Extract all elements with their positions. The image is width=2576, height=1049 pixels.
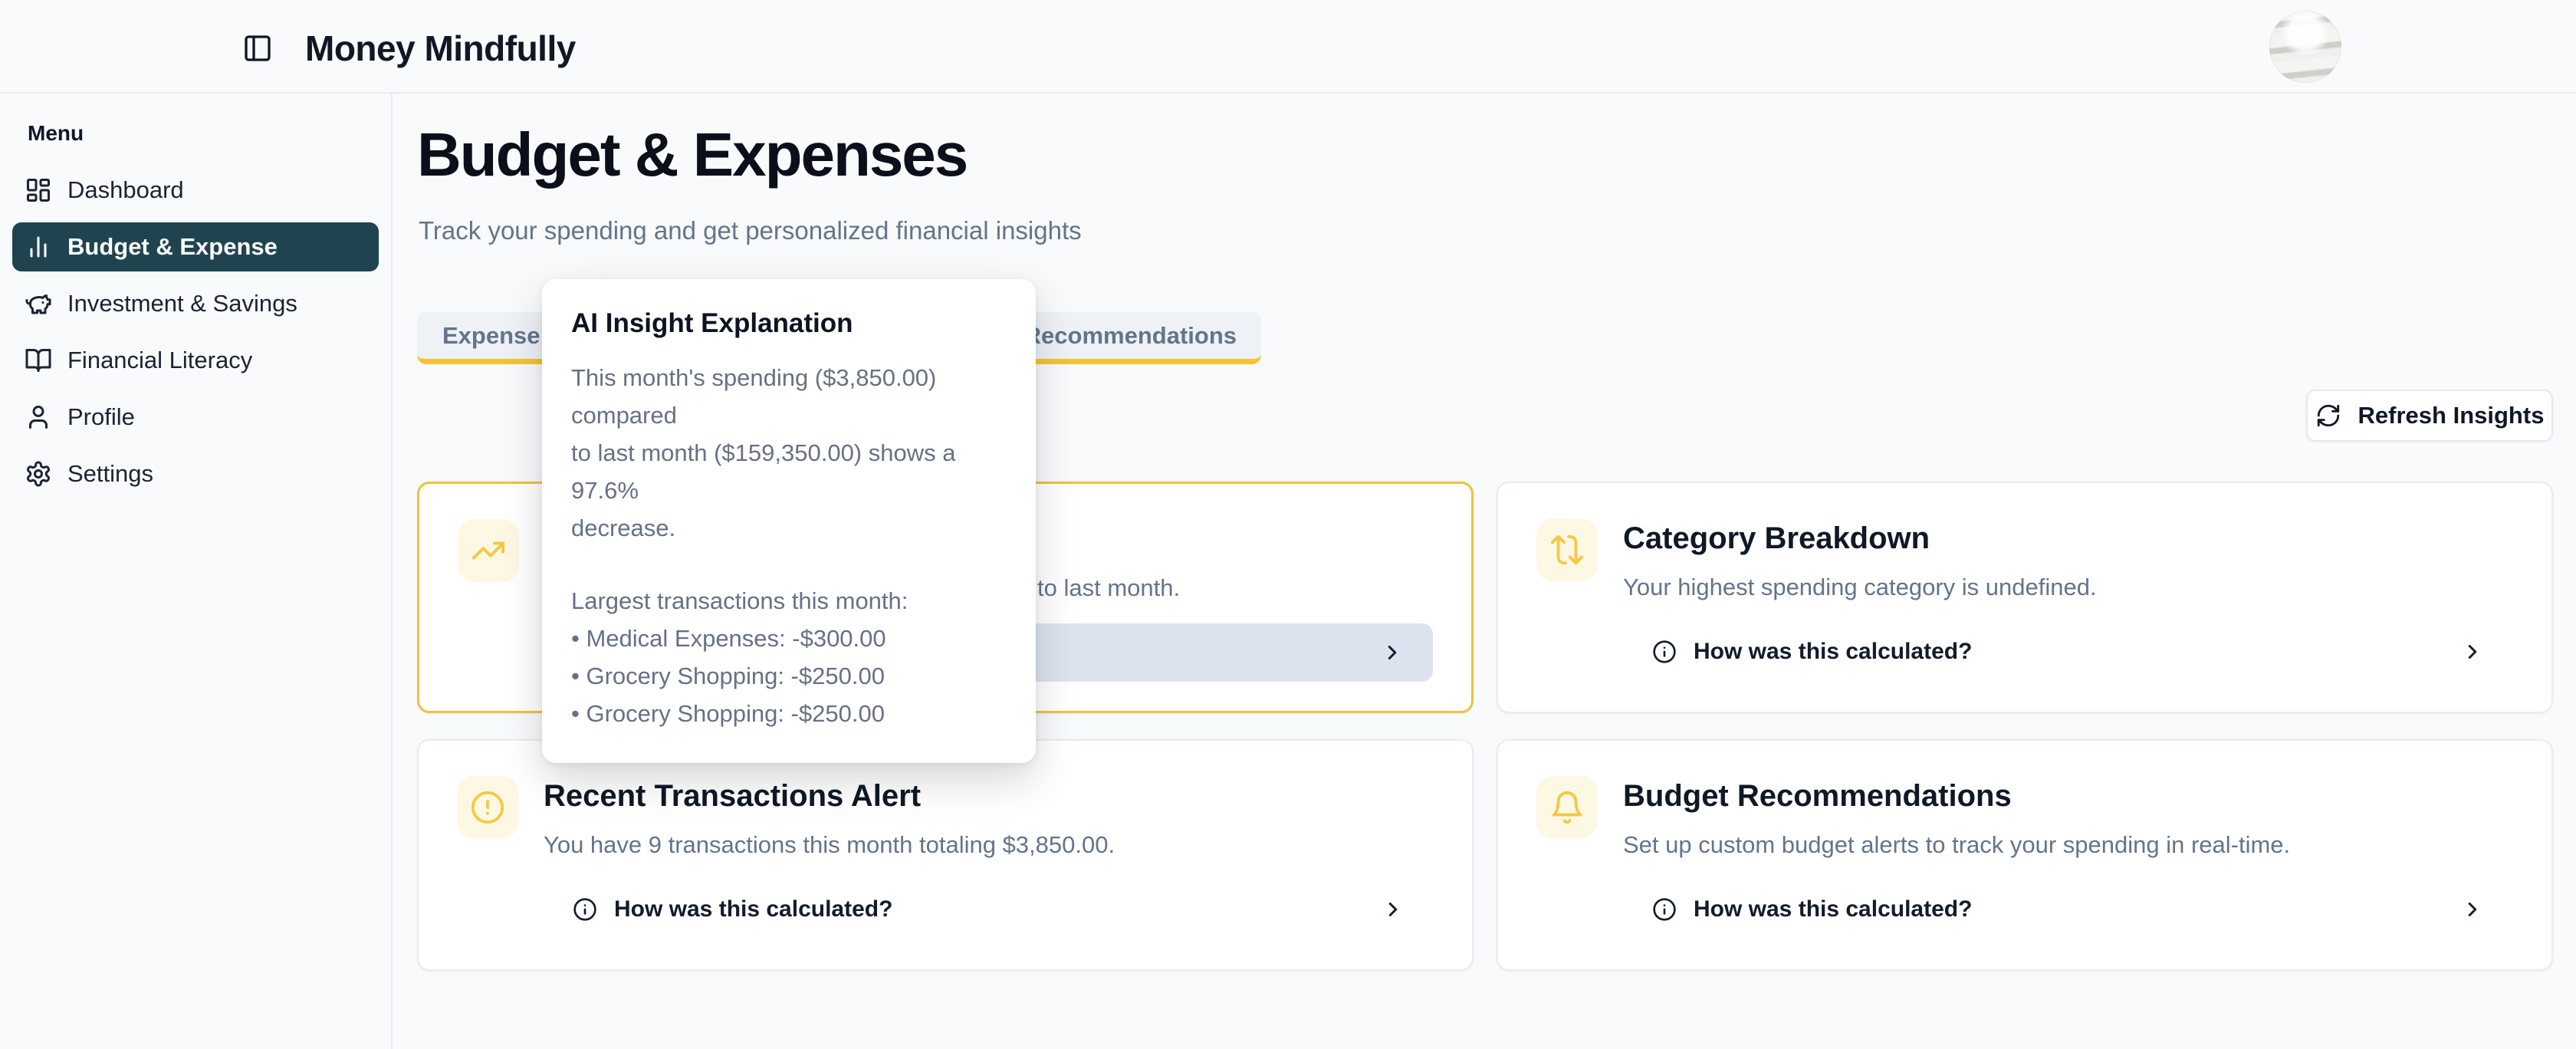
page-title: Budget & Expenses (417, 120, 967, 190)
sidebar-nav: Dashboard Budget & Expense Investment & … (12, 166, 379, 498)
page-subtitle: Track your spending and get personalized… (419, 216, 1082, 245)
repeat-icon (1536, 518, 1598, 581)
sidebar-item-label: Dashboard (67, 176, 184, 204)
sidebar-toggle-button[interactable] (239, 30, 276, 67)
how-calculated-button[interactable]: How was this calculated? (1623, 623, 2513, 681)
card-title: Recent Transactions Alert (544, 779, 921, 814)
dashboard-icon (25, 176, 52, 204)
sidebar: Menu Dashboard Budget & Expense Investme… (0, 94, 393, 1049)
sidebar-item-financial-literacy[interactable]: Financial Literacy (12, 336, 379, 385)
sidebar-item-label: Investment & Savings (67, 290, 297, 317)
sidebar-item-investment-savings[interactable]: Investment & Savings (12, 279, 379, 328)
piggy-bank-icon (25, 290, 52, 317)
sidebar-item-profile[interactable]: Profile (12, 393, 379, 442)
how-calculated-button[interactable]: How was this calculated? (544, 880, 1434, 939)
app-title: Money Mindfully (305, 28, 576, 69)
spacer (571, 547, 1005, 582)
refresh-insights-label: Refresh Insights (2358, 402, 2545, 429)
sidebar-item-label: Financial Literacy (67, 347, 252, 374)
app-header: Money Mindfully (0, 0, 2576, 94)
card-subtitle-visible-fragment: to last month. (1037, 574, 1180, 602)
ai-insight-popover: AI Insight Explanation This month's spen… (542, 279, 1036, 763)
ai-insight-popover-title: AI Insight Explanation (571, 308, 1005, 339)
card-budget-recommendations: Budget Recommendations Set up custom bud… (1497, 739, 2553, 971)
how-calculated-button[interactable]: How was this calculated? (1623, 880, 2513, 939)
sidebar-item-dashboard[interactable]: Dashboard (12, 166, 379, 215)
insight-text-line: decrease. (571, 509, 1005, 547)
insight-text-line: to last month ($159,350.00) shows a 97.6… (571, 434, 1005, 509)
card-subtitle: Set up custom budget alerts to track you… (1623, 831, 2290, 859)
card-title: Budget Recommendations (1623, 779, 2012, 814)
how-calculated-label: How was this calculated? (614, 896, 892, 922)
trending-up-icon (458, 519, 519, 582)
user-icon (25, 403, 52, 431)
transaction-bullet: Medical Expenses: -$300.00 (571, 620, 1005, 657)
bell-icon (1536, 776, 1598, 839)
sidebar-item-label: Profile (67, 403, 135, 431)
info-icon (1652, 897, 1677, 922)
refresh-insights-button[interactable]: Refresh Insights (2306, 390, 2553, 442)
chevron-right-icon (2461, 898, 2484, 921)
sidebar-item-settings[interactable]: Settings (12, 449, 379, 498)
chevron-right-icon (2461, 640, 2484, 663)
card-subtitle: Your highest spending category is undefi… (1623, 574, 2097, 601)
panel-left-icon (242, 33, 273, 64)
alert-circle-icon (457, 776, 518, 839)
refresh-icon (2315, 403, 2341, 429)
gear-icon (25, 460, 52, 488)
user-avatar[interactable] (2269, 11, 2341, 83)
largest-transactions-intro: Largest transactions this month: (571, 582, 1005, 620)
sidebar-item-budget-expense[interactable]: Budget & Expense (12, 222, 379, 271)
sidebar-item-label: Budget & Expense (67, 233, 278, 261)
chevron-right-icon (1382, 898, 1405, 921)
sidebar-section-label: Menu (28, 121, 379, 146)
card-subtitle: You have 9 transactions this month total… (544, 831, 1115, 859)
transaction-bullet: Grocery Shopping: -$250.00 (571, 695, 1005, 732)
how-calculated-label: How was this calculated? (1694, 896, 1972, 922)
card-category-breakdown: Category Breakdown Your highest spending… (1497, 482, 2553, 713)
info-icon (1652, 640, 1677, 664)
bar-chart-icon (25, 233, 52, 261)
card-title: Category Breakdown (1623, 521, 1930, 556)
insight-text-line: This month's spending ($3,850.00) compar… (571, 359, 1005, 434)
sidebar-item-label: Settings (67, 460, 153, 488)
chevron-right-icon (1381, 641, 1404, 664)
info-icon (573, 897, 597, 922)
card-recent-transactions: Recent Transactions Alert You have 9 tra… (417, 739, 1474, 971)
transaction-bullet: Grocery Shopping: -$250.00 (571, 657, 1005, 695)
how-calculated-label: How was this calculated? (1694, 639, 1972, 665)
book-open-icon (25, 347, 52, 374)
